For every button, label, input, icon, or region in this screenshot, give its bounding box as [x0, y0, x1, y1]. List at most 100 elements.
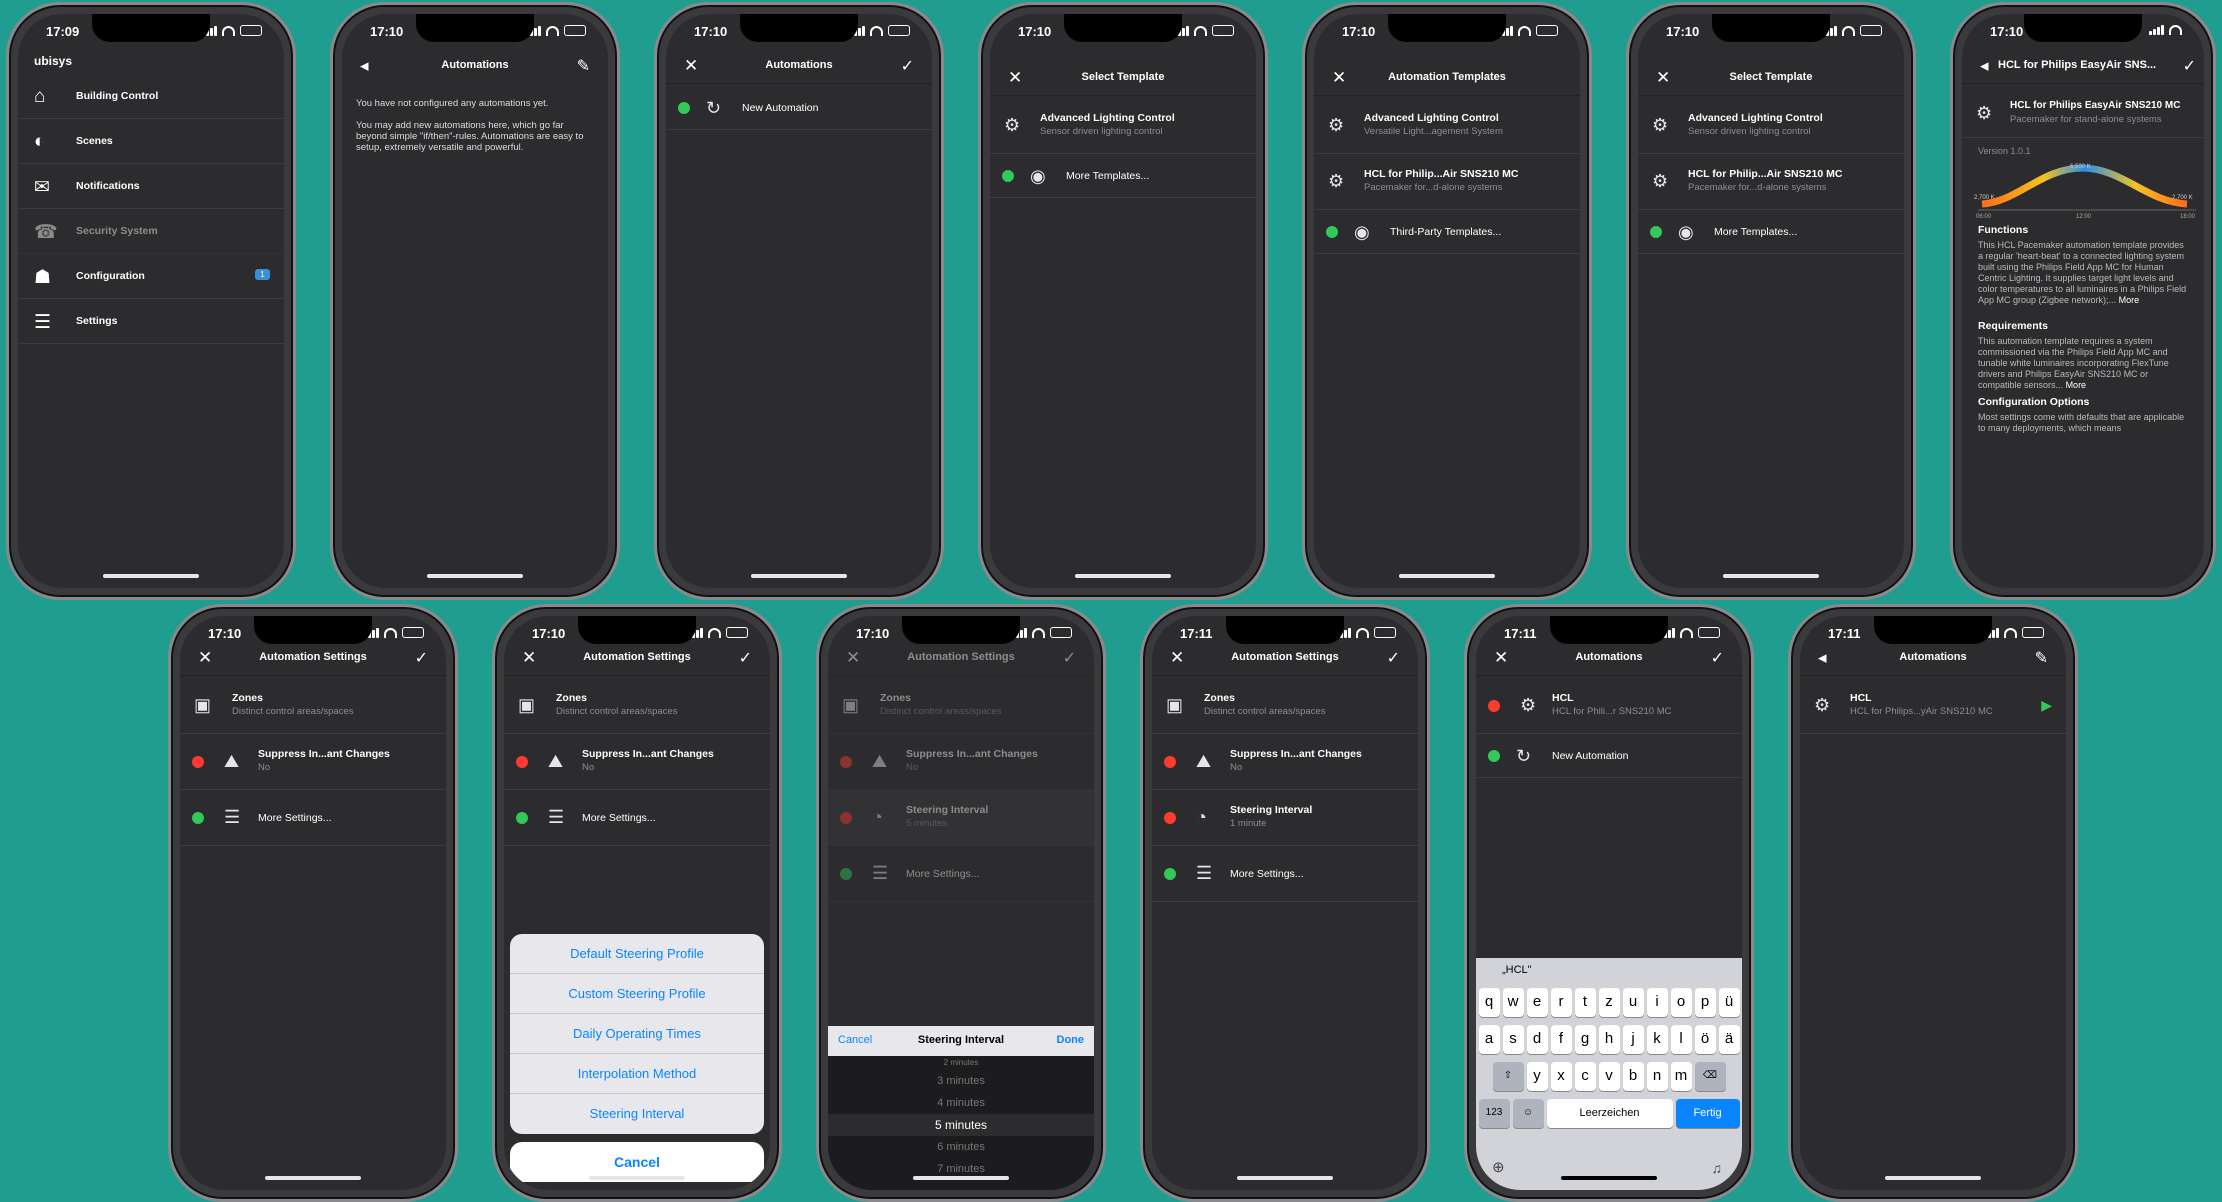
remove-icon[interactable] [840, 812, 852, 824]
key[interactable]: f [1550, 1025, 1572, 1054]
more-templates-row[interactable]: ◉ More Templates... [990, 154, 1256, 198]
template-row[interactable]: ⚙ HCL for Philip...Air SNS210 MC Pacemak… [1314, 154, 1580, 210]
key[interactable]: c [1574, 1062, 1596, 1091]
hcl-automation-row[interactable]: ⚙ HCL HCL for Phili...r SNS210 MC [1476, 678, 1742, 734]
zones-row[interactable]: ▣ Zones Distinct control areas/spaces [504, 678, 770, 734]
home-indicator[interactable] [751, 574, 847, 578]
remove-icon[interactable] [1164, 756, 1176, 768]
new-automation-row[interactable]: ↻ New Automation [1476, 734, 1742, 778]
picker-selected-option[interactable]: 5 minutes [828, 1114, 1094, 1136]
more-settings-row[interactable]: ☰ More Settings... [504, 790, 770, 846]
key[interactable]: j [1622, 1025, 1644, 1054]
key[interactable]: d [1526, 1025, 1548, 1054]
interval-picker[interactable]: 2 minutes 3 minutes 4 minutes 5 minutes … [828, 1056, 1094, 1190]
suppress-row[interactable]: ⛰ Suppress In...ant Changes No [828, 734, 1094, 790]
zones-row[interactable]: ▣ Zones Distinct control areas/spaces [180, 678, 446, 734]
template-row[interactable]: ⚙ HCL for Philip...Air SNS210 MC Pacemak… [1638, 154, 1904, 210]
remove-icon[interactable] [192, 756, 204, 768]
emoji-key-icon[interactable]: ☺ [1512, 1099, 1544, 1128]
key[interactable]: k [1646, 1025, 1668, 1054]
picker-done-button[interactable]: Done [1057, 1034, 1085, 1046]
option-steering-interval[interactable]: Steering Interval [510, 1094, 764, 1134]
option-daily-operating-times[interactable]: Daily Operating Times [510, 1014, 764, 1054]
key[interactable]: x [1550, 1062, 1572, 1091]
menu-item-security-system[interactable]: ☎ Security System [18, 209, 284, 254]
menu-item-configuration[interactable]: ☗ Configuration 1 [18, 254, 284, 299]
globe-icon[interactable]: ⊕ [1492, 1158, 1505, 1176]
key[interactable]: i [1646, 988, 1668, 1017]
home-indicator[interactable] [1237, 1176, 1333, 1180]
new-automation-row[interactable]: ↻ New Automation [666, 86, 932, 130]
steering-interval-row[interactable]: ◔ Steering Interval 5 minutes [828, 790, 1094, 846]
more-link[interactable]: More [2119, 295, 2140, 305]
edit-icon[interactable]: ✎ [2035, 648, 2048, 668]
backspace-key-icon[interactable]: ⌫ [1694, 1062, 1726, 1091]
suppress-row[interactable]: ⛰ Suppress In...ant Changes No [504, 734, 770, 790]
key[interactable]: z [1598, 988, 1620, 1017]
home-indicator[interactable] [1723, 574, 1819, 578]
more-settings-row[interactable]: ☰ More Settings... [180, 790, 446, 846]
suppress-row[interactable]: ⛰ Suppress In...ant Changes No [180, 734, 446, 790]
suppress-row[interactable]: ⛰ Suppress In...ant Changes No [1152, 734, 1418, 790]
option-custom-steering-profile[interactable]: Custom Steering Profile [510, 974, 764, 1014]
key[interactable]: u [1622, 988, 1644, 1017]
zones-row[interactable]: ▣ Zones Distinct control areas/spaces [828, 678, 1094, 734]
numbers-key[interactable]: 123 [1478, 1099, 1510, 1128]
checkmark-icon[interactable]: ✓ [901, 56, 914, 76]
hcl-automation-row[interactable]: ⚙ HCL HCL for Philips...yAir SNS210 MC ▶ [1800, 678, 2066, 734]
more-templates-row[interactable]: ◉ More Templates... [1638, 210, 1904, 254]
option-interpolation-method[interactable]: Interpolation Method [510, 1054, 764, 1094]
picker-option[interactable]: 2 minutes [828, 1056, 1094, 1070]
home-indicator[interactable] [1885, 1176, 1981, 1180]
template-row[interactable]: ⚙ Advanced Lighting Control Sensor drive… [1638, 98, 1904, 154]
key[interactable]: h [1598, 1025, 1620, 1054]
key[interactable]: w [1502, 988, 1524, 1017]
key[interactable]: ö [1694, 1025, 1716, 1054]
remove-icon[interactable] [516, 756, 528, 768]
remove-icon[interactable] [840, 756, 852, 768]
menu-item-settings[interactable]: ☰ Settings [18, 299, 284, 344]
picker-option[interactable]: 4 minutes [828, 1092, 1094, 1114]
key[interactable]: m [1670, 1062, 1692, 1091]
menu-item-building-control[interactable]: ⌂ Building Control [18, 74, 284, 119]
key[interactable]: v [1598, 1062, 1620, 1091]
key[interactable]: l [1670, 1025, 1692, 1054]
third-party-templates-row[interactable]: ◉ Third-Party Templates... [1314, 210, 1580, 254]
play-icon[interactable]: ▶ [2041, 697, 2052, 714]
home-indicator[interactable] [913, 1176, 1009, 1180]
key[interactable]: r [1550, 988, 1572, 1017]
option-default-steering-profile[interactable]: Default Steering Profile [510, 934, 764, 974]
microphone-icon[interactable]: ♫ [1712, 1160, 1723, 1176]
key[interactable]: g [1574, 1025, 1596, 1054]
checkmark-icon[interactable]: ✓ [415, 648, 428, 668]
home-indicator[interactable] [1561, 1176, 1657, 1180]
checkmark-icon[interactable]: ✓ [739, 648, 752, 668]
key[interactable]: y [1526, 1062, 1548, 1091]
remove-icon[interactable] [1488, 700, 1500, 712]
key[interactable]: a [1478, 1025, 1500, 1054]
home-indicator[interactable] [1399, 574, 1495, 578]
key[interactable]: b [1622, 1062, 1644, 1091]
picker-option[interactable]: 3 minutes [828, 1070, 1094, 1092]
remove-icon[interactable] [1164, 812, 1176, 824]
key[interactable]: p [1694, 988, 1716, 1017]
home-indicator[interactable] [103, 574, 199, 578]
menu-item-notifications[interactable]: ✉ Notifications [18, 164, 284, 209]
more-link[interactable]: More [2066, 380, 2087, 390]
key[interactable]: s [1502, 1025, 1524, 1054]
key[interactable]: o [1670, 988, 1692, 1017]
checkmark-icon[interactable]: ✓ [1711, 648, 1724, 668]
key[interactable]: ä [1718, 1025, 1740, 1054]
checkmark-icon[interactable]: ✓ [2183, 56, 2196, 76]
template-row[interactable]: ⚙ Advanced Lighting Control Versatile Li… [1314, 98, 1580, 154]
home-indicator[interactable] [427, 574, 523, 578]
home-indicator[interactable] [1075, 574, 1171, 578]
checkmark-icon[interactable]: ✓ [1387, 648, 1400, 668]
zones-row[interactable]: ▣ Zones Distinct control areas/spaces [1152, 678, 1418, 734]
menu-item-scenes[interactable]: ◐ Scenes [18, 119, 284, 164]
key[interactable]: n [1646, 1062, 1668, 1091]
key[interactable]: ü [1718, 988, 1740, 1017]
more-settings-row[interactable]: ☰ More Settings... [1152, 846, 1418, 902]
steering-interval-row[interactable]: ◔ Steering Interval 1 minute [1152, 790, 1418, 846]
home-indicator[interactable] [265, 1176, 361, 1180]
